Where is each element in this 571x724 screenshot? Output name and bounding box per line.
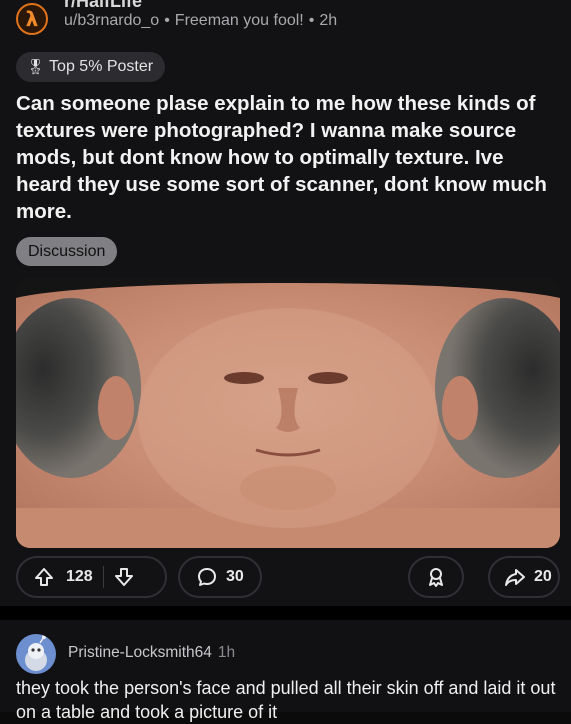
face-texture-image <box>16 278 560 548</box>
lambda-icon[interactable]: λ <box>16 3 48 35</box>
arrow-up-icon[interactable] <box>34 567 54 587</box>
vote-separator <box>102 566 104 588</box>
comments-button[interactable]: 30 <box>178 556 262 598</box>
share-arrow-icon <box>504 566 526 588</box>
award-icon <box>425 566 447 588</box>
comment-author[interactable]: Pristine-Locksmith64 <box>68 644 212 661</box>
share-button[interactable]: 20 <box>488 556 560 598</box>
comment-age: 1h <box>217 644 236 661</box>
top-poster-badge[interactable]: 🎖 Top 5% Poster <box>16 52 166 82</box>
avatar[interactable] <box>16 634 56 674</box>
separator-dot: • <box>308 12 315 29</box>
vote-control: 128 <box>16 556 167 598</box>
author-flair: Freeman you fool! <box>174 12 304 29</box>
comment-meta: Pristine-Locksmith64 1h <box>68 644 235 662</box>
comment-count: 30 <box>226 568 244 585</box>
subreddit-name[interactable]: r/HalfLife <box>64 0 142 12</box>
comment-text: they took the person's face and pulled a… <box>16 678 556 722</box>
discussion-tag[interactable]: Discussion <box>16 237 118 266</box>
post-image[interactable] <box>16 278 560 548</box>
post-meta: u/b3rnardo_o • Freeman you fool! • 2h <box>64 12 337 30</box>
upvote-count: 128 <box>66 568 93 585</box>
medal-icon: 🎖 <box>26 59 46 76</box>
separator-dot: • <box>164 12 170 29</box>
badge-label: Top 5% Poster <box>49 58 154 75</box>
post-title[interactable]: Can someone plase explain to me how thes… <box>16 90 556 225</box>
post-card: λ r/HalfLife u/b3rnardo_o • Freeman you fo… <box>0 0 571 606</box>
post-actions: 128 30 20 <box>16 556 560 600</box>
award-button[interactable] <box>408 556 464 598</box>
arrow-down-icon[interactable] <box>114 567 134 587</box>
comment-card: Pristine-Locksmith64 1h they took the per… <box>0 620 571 722</box>
post-age: 2h <box>319 12 338 29</box>
author-name[interactable]: u/b3rnardo_o <box>64 12 159 29</box>
section-divider <box>0 606 571 620</box>
share-count: 20 <box>534 568 552 585</box>
speech-bubble-icon <box>196 566 218 588</box>
